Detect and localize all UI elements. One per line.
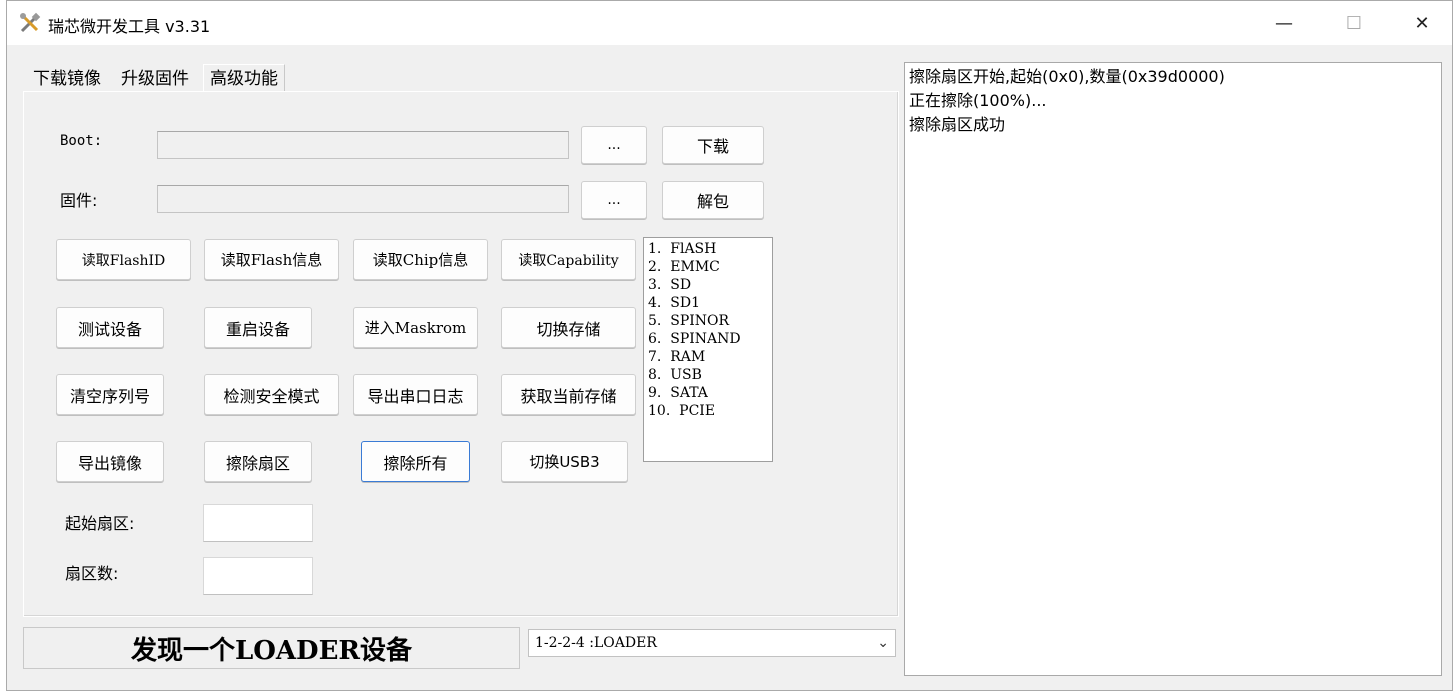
- switch-storage-button[interactable]: 切换存储: [501, 307, 636, 348]
- close-button[interactable]: ✕: [1400, 9, 1444, 37]
- log-line: 擦除扇区开始,起始(0x0),数量(0x39d0000): [909, 67, 1225, 86]
- device-select-value: 1-2-2-4 :LOADER: [535, 635, 657, 651]
- sector-count-input[interactable]: [203, 557, 313, 595]
- read-flash-info-button[interactable]: 读取Flash信息: [204, 239, 339, 280]
- tools-icon: [20, 12, 41, 33]
- export-serial-log-button[interactable]: 导出串口日志: [353, 374, 478, 415]
- erase-sectors-button[interactable]: 擦除扇区: [204, 441, 312, 482]
- firmware-browse-button[interactable]: ...: [581, 181, 647, 219]
- app-window: 瑞芯微开发工具 v3.31 — ☐ ✕ 下载镜像 升级固件 高级功能 Boot:…: [6, 0, 1453, 691]
- list-item[interactable]: 2. EMMC: [648, 258, 768, 276]
- unpack-button[interactable]: 解包: [662, 181, 764, 219]
- sector-count-label: 扇区数:: [65, 564, 119, 583]
- list-item[interactable]: 8. USB: [648, 366, 768, 384]
- tab-advanced-functions[interactable]: 高级功能: [203, 64, 285, 94]
- boot-label: Boot:: [60, 133, 103, 149]
- log-line: 擦除扇区成功: [909, 115, 1006, 134]
- chevron-down-icon[interactable]: ⌄: [877, 630, 889, 656]
- title-bar: 瑞芯微开发工具 v3.31 — ☐ ✕: [7, 1, 1452, 45]
- status-text: 发现一个LOADER设备: [23, 627, 520, 669]
- log-output[interactable]: 擦除扇区开始,起始(0x0),数量(0x39d0000) 正在擦除(100%).…: [904, 62, 1442, 676]
- device-select[interactable]: 1-2-2-4 :LOADER ⌄: [528, 629, 896, 657]
- tab-download-image[interactable]: 下载镜像: [29, 67, 105, 92]
- test-device-button[interactable]: 测试设备: [56, 307, 164, 348]
- list-item[interactable]: 5. SPINOR: [648, 312, 768, 330]
- reboot-device-button[interactable]: 重启设备: [204, 307, 312, 348]
- minimize-button[interactable]: —: [1262, 9, 1306, 37]
- start-sector-label: 起始扇区:: [65, 514, 135, 533]
- read-flash-id-button[interactable]: 读取FlashID: [56, 239, 191, 280]
- get-current-storage-button[interactable]: 获取当前存储: [501, 374, 636, 415]
- storage-list[interactable]: 1. FlASH 2. EMMC 3. SD 4. SD1 5. SPINOR …: [643, 237, 773, 462]
- list-item[interactable]: 7. RAM: [648, 348, 768, 366]
- list-item[interactable]: 1. FlASH: [648, 240, 768, 258]
- tab-upgrade-firmware[interactable]: 升级固件: [117, 67, 193, 92]
- enter-maskrom-button[interactable]: 进入Maskrom: [353, 307, 478, 348]
- download-button[interactable]: 下载: [662, 126, 764, 164]
- firmware-label: 固件:: [60, 191, 98, 210]
- boot-browse-button[interactable]: ...: [581, 126, 647, 164]
- list-item[interactable]: 3. SD: [648, 276, 768, 294]
- firmware-path-field[interactable]: [157, 185, 569, 213]
- maximize-button[interactable]: ☐: [1332, 9, 1376, 37]
- switch-usb3-button[interactable]: 切换USB3: [501, 441, 628, 482]
- log-line: 正在擦除(100%)...: [909, 91, 1047, 110]
- start-sector-input[interactable]: [203, 504, 313, 542]
- detect-secure-mode-button[interactable]: 检测安全模式: [204, 374, 339, 415]
- window-title: 瑞芯微开发工具 v3.31: [48, 17, 211, 36]
- boot-path-field[interactable]: [157, 131, 569, 159]
- list-item[interactable]: 9. SATA: [648, 384, 768, 402]
- list-item[interactable]: 4. SD1: [648, 294, 768, 312]
- read-chip-info-button[interactable]: 读取Chip信息: [353, 239, 488, 280]
- read-capability-button[interactable]: 读取Capability: [501, 239, 636, 280]
- export-image-button[interactable]: 导出镜像: [56, 441, 164, 482]
- clear-serial-button[interactable]: 清空序列号: [56, 374, 164, 415]
- erase-all-button[interactable]: 擦除所有: [361, 441, 470, 482]
- list-item[interactable]: 10. PCIE: [648, 402, 768, 420]
- list-item[interactable]: 6. SPINAND: [648, 330, 768, 348]
